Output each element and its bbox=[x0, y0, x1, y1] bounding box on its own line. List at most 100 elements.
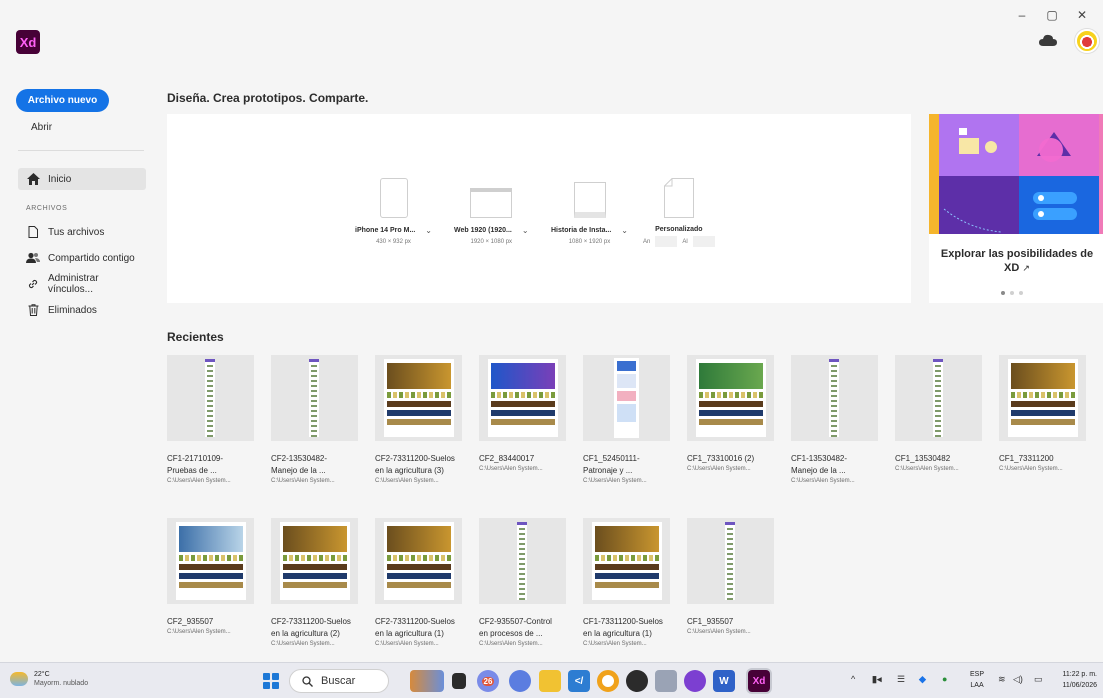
recent-file-card[interactable]: CF2_83440017 C:\Users\Alen System... bbox=[479, 355, 575, 474]
file-name: CF2-13530482- bbox=[271, 454, 328, 463]
recent-file-card[interactable]: CF1_935507 C:\Users\Alen System... bbox=[687, 518, 783, 637]
file-thumbnail[interactable] bbox=[687, 518, 774, 604]
file-thumbnail[interactable] bbox=[479, 518, 566, 604]
file-thumbnail[interactable] bbox=[895, 355, 982, 441]
file-path: C:\Users\Alen System... bbox=[999, 466, 1063, 472]
preset-dimensions: 430 × 932 px bbox=[376, 239, 411, 245]
chevron-down-icon[interactable]: ⌄ bbox=[621, 226, 628, 235]
file-thumbnail[interactable] bbox=[583, 355, 670, 441]
recent-file-card[interactable]: CF1_52450111- Patronaje y ... C:\Users\Ale… bbox=[583, 355, 679, 486]
story-frame-icon bbox=[573, 182, 606, 218]
carousel-dot[interactable] bbox=[1010, 291, 1014, 295]
recent-file-card[interactable]: CF2-13530482- Manejo de la ... C:\Users\Al… bbox=[271, 355, 367, 486]
openai-icon[interactable] bbox=[626, 670, 648, 692]
xd-taskbar-icon[interactable]: Xd bbox=[748, 670, 770, 692]
open-link[interactable]: Abrir bbox=[31, 122, 52, 133]
carousel-dot[interactable] bbox=[1019, 291, 1023, 295]
sidebar-item-manage-links[interactable]: Administrar vínculos... bbox=[18, 273, 146, 295]
tray-security-icon[interactable]: ● bbox=[942, 674, 947, 684]
battery-icon[interactable]: ▭ bbox=[1034, 674, 1043, 685]
app-icon[interactable] bbox=[684, 670, 706, 692]
recent-file-card[interactable]: CF2-73311200-Suelos en la agricultura (1)… bbox=[375, 518, 471, 649]
preset-instagram-story[interactable]: Historia de Insta... ⌄ 1080 × 1920 px bbox=[551, 178, 628, 245]
file-thumbnail[interactable] bbox=[375, 355, 462, 441]
file-path: C:\Users\Alen System... bbox=[583, 641, 647, 647]
volume-icon[interactable]: ◁) bbox=[1013, 674, 1023, 685]
weather-widget[interactable]: 22°C Mayorm. nublado bbox=[10, 670, 88, 688]
height-input[interactable] bbox=[692, 236, 715, 247]
chat-icon[interactable]: 26 bbox=[477, 670, 499, 692]
chevron-up-icon[interactable]: ^ bbox=[851, 674, 855, 684]
width-input[interactable] bbox=[655, 236, 678, 247]
recent-file-card[interactable]: CF2-935507-Control en procesos de ... C:\U… bbox=[479, 518, 575, 649]
recent-file-card[interactable]: CF1-73311200-Suelos en la agricultura (1)… bbox=[583, 518, 679, 649]
chevron-down-icon[interactable]: ⌄ bbox=[425, 226, 432, 235]
custom-size-icon bbox=[663, 178, 694, 218]
avatar[interactable] bbox=[1075, 29, 1099, 53]
file-name-cont: en la agricultura (2) bbox=[271, 629, 340, 638]
preset-iphone[interactable]: iPhone 14 Pro M... ⌄ 430 × 932 px bbox=[355, 178, 432, 245]
file-icon bbox=[26, 225, 40, 239]
dropbox-icon[interactable]: ◆ bbox=[919, 674, 926, 685]
task-view-icon[interactable] bbox=[452, 673, 466, 689]
sidebar-item-shared[interactable]: Compartido contigo bbox=[18, 247, 146, 269]
recent-file-card[interactable]: CF2-73311200-Suelos en la agricultura (2)… bbox=[271, 518, 367, 649]
file-thumbnail[interactable] bbox=[687, 355, 774, 441]
windows-start-icon[interactable] bbox=[263, 673, 279, 689]
file-thumbnail[interactable] bbox=[479, 355, 566, 441]
chrome-icon[interactable] bbox=[597, 670, 619, 692]
recent-file-card[interactable]: CF1_73311200 C:\Users\Alen System... bbox=[999, 355, 1095, 474]
recent-file-card[interactable]: CF1_73310016 (2) C:\Users\Alen System... bbox=[687, 355, 783, 474]
file-thumbnail[interactable] bbox=[375, 518, 462, 604]
document-presets-panel: iPhone 14 Pro M... ⌄ 430 × 932 px Web 192… bbox=[167, 114, 911, 303]
external-link-icon: ↗ bbox=[1022, 263, 1030, 273]
maximize-button[interactable]: ▢ bbox=[1037, 4, 1067, 26]
new-file-button[interactable]: Archivo nuevo bbox=[16, 89, 109, 112]
file-thumbnail[interactable] bbox=[999, 355, 1086, 441]
file-thumbnail[interactable] bbox=[791, 355, 878, 441]
minimize-button[interactable]: – bbox=[1007, 4, 1037, 26]
file-explorer-icon[interactable] bbox=[539, 670, 561, 692]
file-thumbnail[interactable] bbox=[583, 518, 670, 604]
phone-frame-icon bbox=[379, 178, 408, 218]
clock[interactable]: 11:22 p. m. 11/06/2026 bbox=[1062, 669, 1097, 691]
language-indicator[interactable]: ESP LAA bbox=[970, 669, 984, 691]
carousel-dots[interactable] bbox=[1001, 291, 1023, 295]
file-thumbnail[interactable] bbox=[167, 518, 254, 604]
sidebar-item-your-files[interactable]: Tus archivos bbox=[18, 221, 146, 243]
recent-file-card[interactable]: CF2-73311200-Suelos en la agricultura (3)… bbox=[375, 355, 471, 486]
vscode-icon[interactable]: </ bbox=[568, 670, 590, 692]
close-button[interactable]: ✕ bbox=[1067, 4, 1097, 26]
tray-settings-icon[interactable]: ☰ bbox=[897, 674, 905, 685]
file-thumbnail[interactable] bbox=[271, 518, 358, 604]
sidebar-divider bbox=[18, 150, 144, 151]
file-name-cont: en procesos de ... bbox=[479, 629, 543, 638]
recent-file-card[interactable]: CF1-21710109- Pruebas de ... C:\Users\Alen… bbox=[167, 355, 263, 486]
tray-app-icon[interactable]: ▮◂ bbox=[872, 674, 881, 685]
taskbar-search[interactable]: Buscar bbox=[289, 669, 389, 693]
photos-icon[interactable] bbox=[655, 670, 677, 692]
word-icon[interactable]: W bbox=[713, 670, 735, 692]
preset-web[interactable]: Web 1920 (1920... ⌄ 1920 × 1080 px bbox=[454, 178, 529, 245]
explore-card[interactable]: Explorar las posibilidades de XD ↗ bbox=[929, 114, 1103, 303]
file-thumbnail[interactable] bbox=[271, 355, 358, 441]
file-name-cont: en la agricultura (1) bbox=[583, 629, 652, 638]
sidebar-item-home[interactable]: Inicio bbox=[18, 168, 146, 190]
teams-icon[interactable] bbox=[509, 670, 531, 692]
wifi-icon[interactable]: ≋ bbox=[998, 674, 1006, 685]
recent-file-card[interactable]: CF2_935507 C:\Users\Alen System... bbox=[167, 518, 263, 637]
recent-file-card[interactable]: CF1_13530482 C:\Users\Alen System... bbox=[895, 355, 991, 474]
file-thumbnail[interactable] bbox=[167, 355, 254, 441]
recent-file-card[interactable]: CF1-13530482- Manejo de la ... C:\Users\Al… bbox=[791, 355, 887, 486]
cloud-icon[interactable] bbox=[1039, 34, 1057, 46]
sidebar-item-deleted[interactable]: Eliminados bbox=[18, 299, 146, 321]
sidebar-item-label: Administrar vínculos... bbox=[47, 273, 99, 295]
file-name-cont: Patronaje y ... bbox=[583, 466, 633, 475]
chevron-down-icon[interactable]: ⌄ bbox=[522, 226, 529, 235]
widgets-icon[interactable] bbox=[410, 670, 444, 692]
file-path: C:\Users\Alen System... bbox=[687, 466, 751, 472]
carousel-dot[interactable] bbox=[1001, 291, 1005, 295]
preset-custom[interactable]: Personalizado An Al bbox=[643, 178, 715, 247]
explore-text[interactable]: Explorar las posibilidades de XD ↗ bbox=[937, 247, 1097, 275]
file-name: CF2_935507 bbox=[167, 617, 214, 626]
